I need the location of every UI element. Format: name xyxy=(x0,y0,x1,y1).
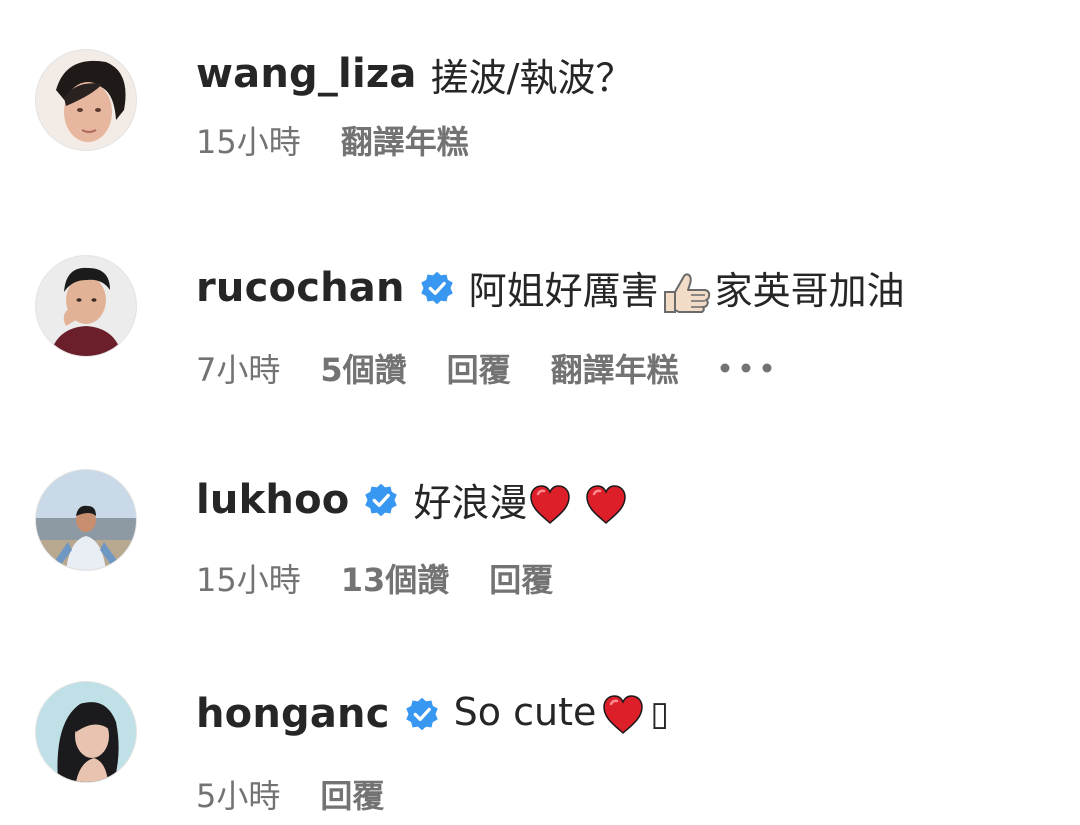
avatar[interactable] xyxy=(36,682,136,782)
comment-meta-row: 7小時 5個讚 回覆 翻譯年糕 xyxy=(196,344,773,392)
comment-text-row: wang_liza 搓波/執波？ xyxy=(196,44,633,104)
comment-item: rucochan 阿姐好厲害 家英哥加油 7小時 5個讚 回覆 翻譯年糕 xyxy=(0,256,1080,416)
avatar-photo-icon xyxy=(36,470,136,570)
more-options-icon[interactable] xyxy=(719,362,773,374)
avatar-photo-icon xyxy=(36,50,136,150)
comment-text: 阿姐好厲害 家英哥加油 xyxy=(469,260,905,317)
comment-timestamp[interactable]: 5小時 xyxy=(196,771,280,817)
likes-count[interactable]: 13個讚 xyxy=(341,555,450,601)
comment-item: lukhoo 好浪漫 15小時 13個讚 回覆 xyxy=(0,468,1080,628)
username[interactable]: lukhoo xyxy=(196,477,349,523)
avatar-photo-icon xyxy=(36,256,136,356)
comment-text: 好浪漫 xyxy=(413,472,629,529)
comment-text-row: honganc So cute ▯ xyxy=(196,684,669,744)
reply-button[interactable]: 回覆 xyxy=(447,345,511,391)
username[interactable]: honganc xyxy=(196,691,390,737)
likes-count[interactable]: 5個讚 xyxy=(320,345,406,391)
red-heart-emoji-icon xyxy=(583,482,629,528)
comment-text-part: 家英哥加油 xyxy=(714,268,905,313)
missing-glyph: ▯ xyxy=(650,694,670,735)
reply-button[interactable]: 回覆 xyxy=(320,771,384,817)
verified-badge-icon xyxy=(419,270,455,306)
translate-button[interactable]: 翻譯年糕 xyxy=(341,117,469,163)
comments-list: wang_liza 搓波/執波？ 15小時 翻譯年糕 rucochan 阿姐好厲… xyxy=(0,0,1080,825)
comment-item: honganc So cute ▯ 5小時 回覆 xyxy=(0,682,1080,825)
comment-text-part: So cute xyxy=(453,690,597,735)
comment-text: 搓波/執波？ xyxy=(430,55,634,100)
username[interactable]: rucochan xyxy=(196,265,405,311)
comment-text-part: 好浪漫 xyxy=(413,480,528,525)
avatar-photo-icon xyxy=(36,682,136,782)
red-heart-emoji-icon xyxy=(600,692,646,738)
comment-item: wang_liza 搓波/執波？ 15小時 翻譯年糕 xyxy=(0,44,1080,204)
comment-text-part: 阿姐好厲害 xyxy=(468,268,659,313)
comment-meta-row: 15小時 13個讚 回覆 xyxy=(196,554,593,602)
translate-button[interactable]: 翻譯年糕 xyxy=(551,345,679,391)
comment-text-row: lukhoo 好浪漫 xyxy=(196,470,629,530)
comment-text: So cute ▯ xyxy=(454,690,669,738)
avatar[interactable] xyxy=(36,256,136,356)
comment-text-row: rucochan 阿姐好厲害 家英哥加油 xyxy=(196,258,905,318)
reply-button[interactable]: 回覆 xyxy=(489,555,553,601)
avatar[interactable] xyxy=(36,50,136,150)
verified-badge-icon xyxy=(363,482,399,518)
comment-timestamp[interactable]: 15小時 xyxy=(196,555,301,601)
comment-meta-row: 15小時 翻譯年糕 xyxy=(196,116,509,164)
avatar[interactable] xyxy=(36,470,136,570)
username[interactable]: wang_liza xyxy=(196,51,417,97)
verified-badge-icon xyxy=(404,696,440,732)
comment-timestamp[interactable]: 7小時 xyxy=(196,345,280,391)
red-heart-emoji-icon xyxy=(527,482,573,528)
comment-meta-row: 5小時 回覆 xyxy=(196,770,424,818)
thumbs-up-emoji-icon xyxy=(661,270,713,316)
comment-timestamp[interactable]: 15小時 xyxy=(196,117,301,163)
